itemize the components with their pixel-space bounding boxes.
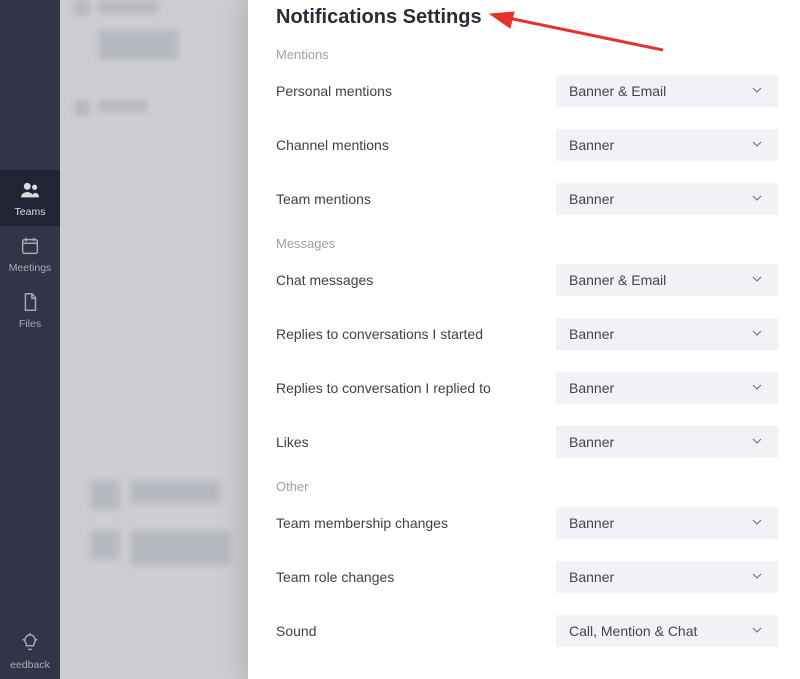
row-chat-messages: Chat messages Banner & Email [276,263,800,297]
select-value: Call, Mention & Chat [569,623,697,639]
row-label: Chat messages [276,272,556,288]
rail-item-meetings[interactable]: Meetings [0,226,60,282]
select-value: Banner & Email [569,83,666,99]
panel-title: Notifications Settings [276,6,800,29]
select-role-changes[interactable]: Banner [556,561,778,593]
calendar-icon [19,235,41,262]
chevron-down-icon [749,379,765,398]
rail-top-spacer [0,0,60,170]
select-value: Banner [569,191,614,207]
rail-item-teams[interactable]: Teams [0,170,60,226]
row-personal-mentions: Personal mentions Banner & Email [276,74,800,108]
chevron-down-icon [749,622,765,641]
select-personal-mentions[interactable]: Banner & Email [556,75,778,107]
rail-item-label: Teams [15,206,46,218]
notifications-settings-panel: Notifications Settings Mentions Personal… [248,0,800,679]
chevron-down-icon [749,190,765,209]
row-channel-mentions: Channel mentions Banner [276,128,800,162]
files-icon [19,291,41,318]
row-role-changes: Team role changes Banner [276,560,800,594]
team-list-pane [60,0,248,679]
row-label: Personal mentions [276,83,556,99]
section-label-messages: Messages [276,236,800,251]
row-membership-changes: Team membership changes Banner [276,506,800,540]
select-value: Banner [569,569,614,585]
rail-item-feedback[interactable]: eedback [0,623,60,679]
lightbulb-icon [19,632,41,659]
teams-icon [19,179,41,206]
row-label: Replies to conversation I replied to [276,380,556,396]
select-likes[interactable]: Banner [556,426,778,458]
chevron-down-icon [749,514,765,533]
select-value: Banner [569,137,614,153]
row-replies-started: Replies to conversations I started Banne… [276,317,800,351]
rail-item-files[interactable]: Files [0,282,60,338]
select-channel-mentions[interactable]: Banner [556,129,778,161]
row-label: Replies to conversations I started [276,326,556,342]
row-replies-replied: Replies to conversation I replied to Ban… [276,371,800,405]
rail-item-label: Files [19,318,41,330]
row-team-mentions: Team mentions Banner [276,182,800,216]
select-sound[interactable]: Call, Mention & Chat [556,615,778,647]
select-value: Banner & Email [569,272,666,288]
chevron-down-icon [749,271,765,290]
row-label: Team mentions [276,191,556,207]
chevron-down-icon [749,568,765,587]
row-label: Team role changes [276,569,556,585]
select-replies-started[interactable]: Banner [556,318,778,350]
select-replies-replied[interactable]: Banner [556,372,778,404]
chevron-down-icon [749,433,765,452]
select-value: Banner [569,380,614,396]
row-label: Likes [276,434,556,450]
select-value: Banner [569,515,614,531]
row-label: Sound [276,623,556,639]
row-sound: Sound Call, Mention & Chat [276,614,800,648]
select-value: Banner [569,434,614,450]
select-value: Banner [569,326,614,342]
section-label-mentions: Mentions [276,47,800,62]
rail-item-label: eedback [10,659,50,671]
chevron-down-icon [749,82,765,101]
chevron-down-icon [749,136,765,155]
rail-item-label: Meetings [9,262,52,274]
app-rail: Teams Meetings Files eedback [0,0,60,679]
row-label: Team membership changes [276,515,556,531]
select-team-mentions[interactable]: Banner [556,183,778,215]
section-label-other: Other [276,479,800,494]
select-membership-changes[interactable]: Banner [556,507,778,539]
row-likes: Likes Banner [276,425,800,459]
row-label: Channel mentions [276,137,556,153]
select-chat-messages[interactable]: Banner & Email [556,264,778,296]
chevron-down-icon [749,325,765,344]
